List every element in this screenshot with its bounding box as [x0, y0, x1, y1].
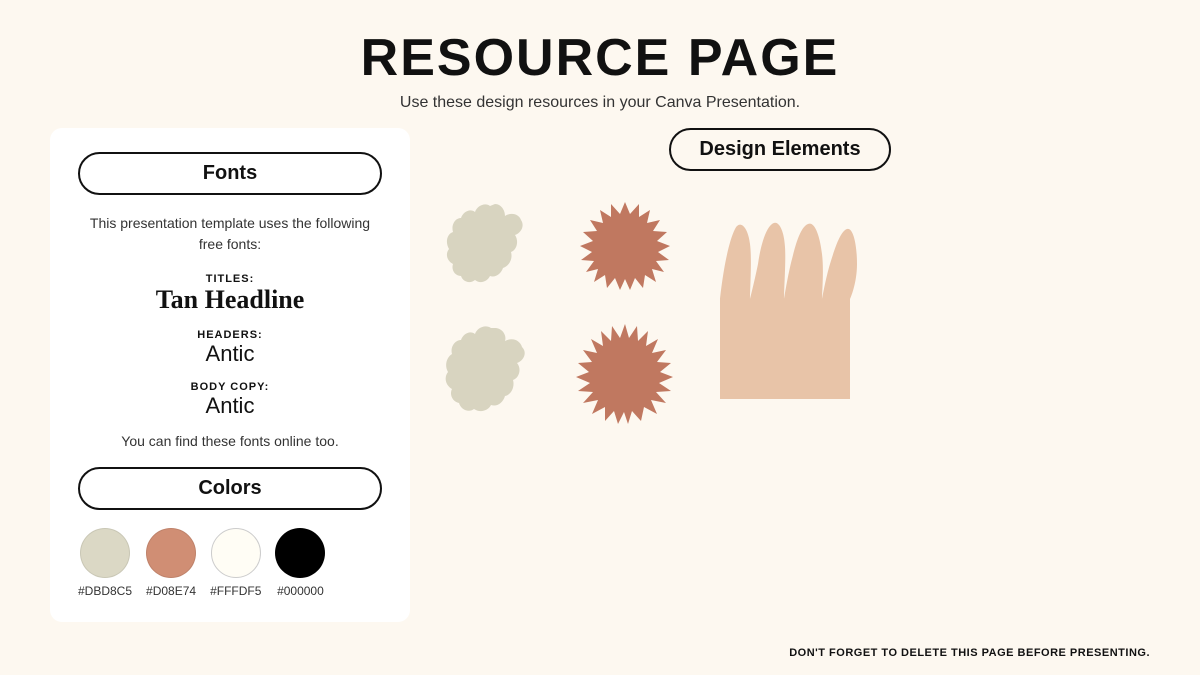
- swatch-4: #000000: [275, 528, 325, 598]
- main-content: Fonts This presentation template uses th…: [50, 128, 1150, 622]
- shape-peach-crown: [700, 209, 870, 409]
- bodycopy-font-name: Antic: [78, 393, 382, 419]
- colors-header-box: Colors: [78, 467, 382, 510]
- shape-beige-flower-1: [440, 191, 550, 301]
- color-hex-2: #D08E74: [146, 584, 196, 598]
- colors-label: Colors: [198, 477, 261, 499]
- color-hex-1: #DBD8C5: [78, 584, 132, 598]
- shape-terracotta-spiky-1: [570, 191, 680, 301]
- bodycopy-category: BODY COPY:: [78, 381, 382, 393]
- color-circle-3: [211, 528, 261, 578]
- color-swatches: #DBD8C5 #D08E74 #FFFDF5 #000000: [78, 528, 382, 598]
- shapes-grid: [440, 191, 1120, 427]
- page-subtitle: Use these design resources in your Canva…: [0, 94, 1200, 112]
- color-hex-3: #FFFDF5: [210, 584, 261, 598]
- swatch-3: #FFFDF5: [210, 528, 261, 598]
- headers-font-entry: HEADERS: Antic: [78, 329, 382, 367]
- design-elements-label: Design Elements: [699, 138, 860, 160]
- swatch-1: #DBD8C5: [78, 528, 132, 598]
- title-font-name: Tan Headline: [78, 285, 382, 315]
- page-header: RESOURCE PAGE Use these design resources…: [0, 0, 1200, 128]
- color-circle-1: [80, 528, 130, 578]
- shape-beige-flower-2: [440, 317, 550, 427]
- fonts-note: You can find these fonts online too.: [78, 433, 382, 449]
- fonts-label: Fonts: [203, 162, 257, 184]
- design-elements-header: Design Elements: [669, 128, 890, 171]
- shapes-col-3: [700, 209, 870, 409]
- bodycopy-font-entry: BODY COPY: Antic: [78, 381, 382, 419]
- shape-terracotta-spiky-2: [570, 317, 680, 427]
- title-category: TITLES:: [78, 273, 382, 285]
- right-panel: Design Elements: [410, 128, 1150, 622]
- swatch-2: #D08E74: [146, 528, 196, 598]
- shapes-col-2: [570, 191, 680, 427]
- color-circle-4: [275, 528, 325, 578]
- colors-section: Colors #DBD8C5 #D08E74 #FFFDF5 #000000: [78, 467, 382, 598]
- left-panel: Fonts This presentation template uses th…: [50, 128, 410, 622]
- headers-category: HEADERS:: [78, 329, 382, 341]
- color-hex-4: #000000: [277, 584, 324, 598]
- fonts-description: This presentation template uses the foll…: [78, 213, 382, 255]
- title-font-entry: TITLES: Tan Headline: [78, 273, 382, 315]
- shapes-col-1: [440, 191, 550, 427]
- headers-font-name: Antic: [78, 341, 382, 367]
- page-title: RESOURCE PAGE: [0, 28, 1200, 88]
- footer-note: DON'T FORGET TO DELETE THIS PAGE BEFORE …: [789, 647, 1150, 659]
- color-circle-2: [146, 528, 196, 578]
- fonts-header-box: Fonts: [78, 152, 382, 195]
